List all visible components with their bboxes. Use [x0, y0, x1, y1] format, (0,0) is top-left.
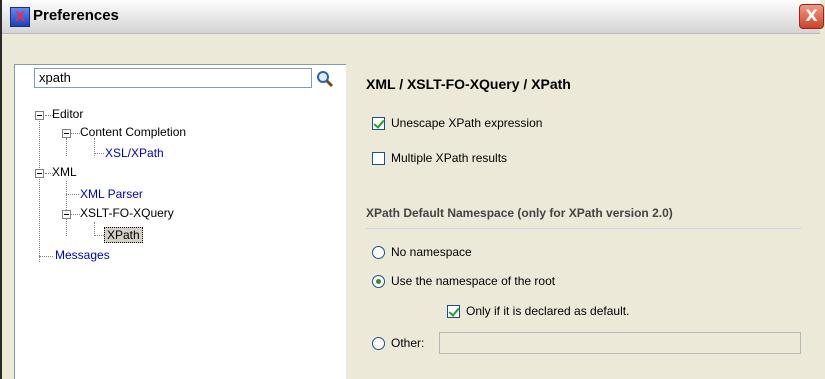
tree-item-xml-parser[interactable]: XML Parser: [80, 187, 143, 201]
tree-item-editor[interactable]: Editor: [52, 107, 83, 121]
tree-connector: [94, 153, 104, 154]
only-if-declared-checkbox[interactable]: [447, 305, 460, 318]
other-namespace-label: Other:: [391, 336, 425, 350]
tree-item-xpath-selected[interactable]: XPath: [104, 227, 143, 243]
tree-connector: [94, 235, 104, 236]
unescape-xpath-label: Unescape XPath expression: [391, 116, 543, 130]
window-title: Preferences: [33, 7, 119, 24]
preferences-window: X Preferences X Editor Content Completio…: [0, 0, 825, 379]
tree-connector: [71, 133, 80, 134]
page-title: XML / XSLT-FO-XQuery / XPath: [366, 76, 571, 92]
tree-connector: [66, 138, 67, 156]
other-namespace-input[interactable]: [439, 332, 801, 354]
namespace-section-title: XPath Default Namespace (only for XPath …: [366, 206, 673, 220]
use-root-namespace-radio[interactable]: [372, 275, 385, 288]
unescape-xpath-checkbox[interactable]: [372, 117, 385, 130]
collapse-editor-icon[interactable]: [35, 111, 44, 120]
tree-item-messages[interactable]: Messages: [55, 248, 110, 262]
title-bar[interactable]: X Preferences X: [2, 0, 824, 34]
other-namespace-radio[interactable]: [372, 337, 385, 350]
tree-connector: [71, 214, 80, 215]
tree-item-xslt-fo-xquery[interactable]: XSLT-FO-XQuery: [80, 206, 174, 220]
app-icon: X: [10, 7, 30, 27]
tree-item-content-completion[interactable]: Content Completion: [80, 125, 186, 139]
only-if-declared-label: Only if it is declared as default.: [466, 304, 630, 318]
tree-connector: [66, 194, 79, 195]
tree-connector: [94, 222, 95, 236]
tree-item-xsl-xpath[interactable]: XSL/XPath: [105, 146, 164, 160]
search-input[interactable]: [34, 68, 312, 88]
collapse-xml-icon[interactable]: [35, 169, 44, 178]
search-icon[interactable]: [316, 70, 334, 88]
tree-connector: [66, 181, 67, 236]
close-button[interactable]: X: [799, 4, 824, 29]
collapse-xslt-fo-xquery-icon[interactable]: [62, 210, 71, 219]
collapse-content-completion-icon[interactable]: [62, 129, 71, 138]
multiple-xpath-results-checkbox[interactable]: [372, 152, 385, 165]
multiple-xpath-results-label: Multiple XPath results: [391, 151, 508, 165]
tree-item-xml[interactable]: XML: [52, 165, 77, 179]
section-divider: [366, 228, 801, 229]
no-namespace-label: No namespace: [391, 245, 472, 259]
no-namespace-radio[interactable]: [372, 246, 385, 259]
tree-connector: [39, 256, 53, 257]
use-root-namespace-label: Use the namespace of the root: [391, 274, 556, 288]
tree-connector: [39, 115, 40, 262]
